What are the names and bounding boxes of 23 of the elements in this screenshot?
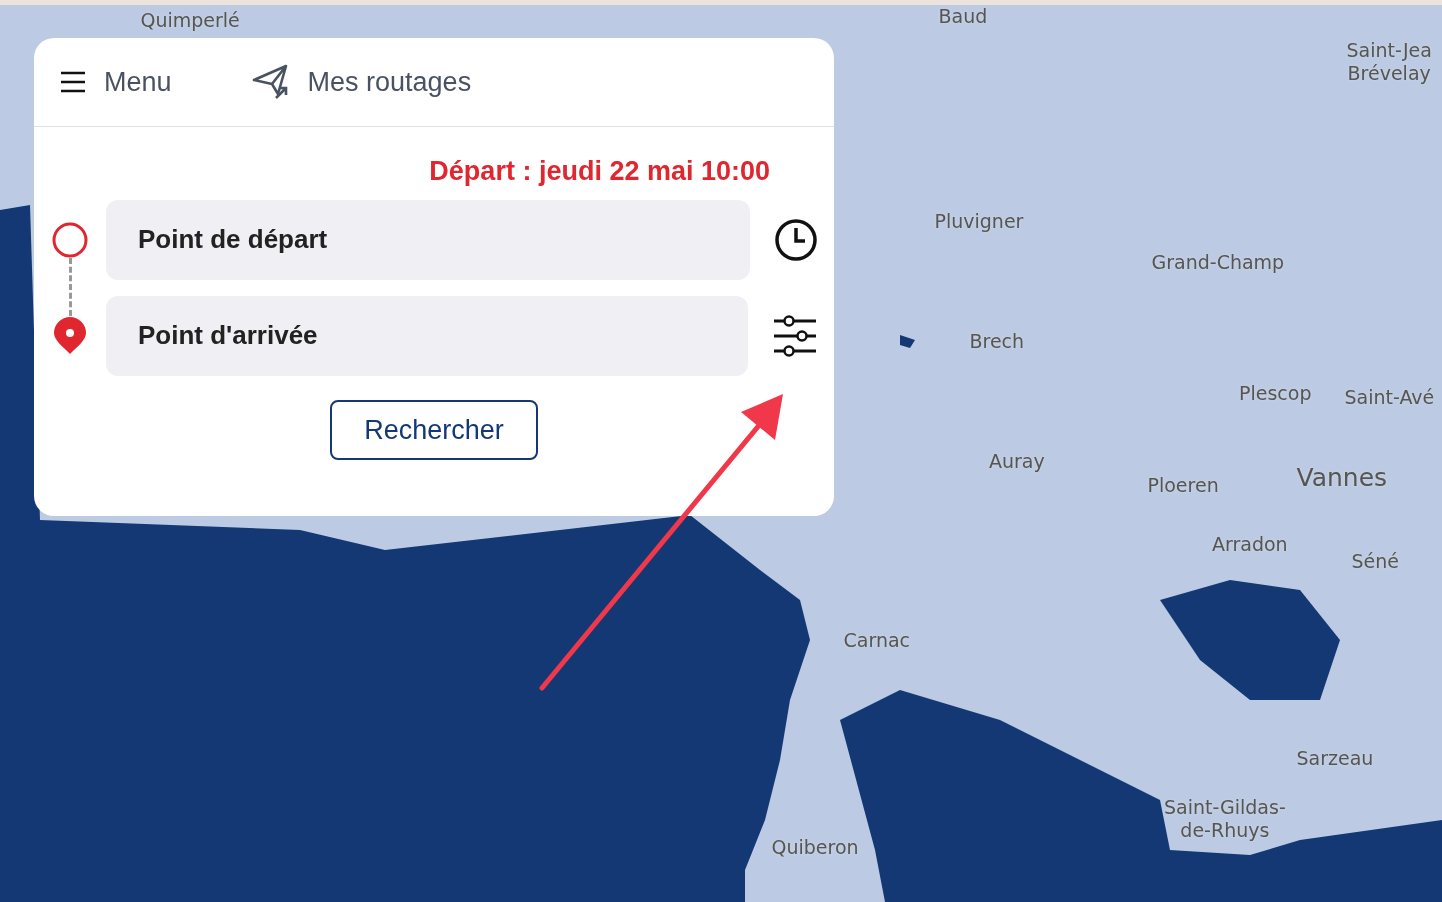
departure-time: Départ : jeudi 22 mai 10:00 [429,155,770,188]
place-label: Quiberon [771,835,859,859]
location-field[interactable]: Point de départ [106,199,750,280]
place-label: Baud [938,5,988,28]
place-label: Vannes [1296,463,1388,493]
place-label: Sarzeau [1296,746,1374,770]
place-label: Ploeren [1147,473,1219,497]
place-label: Quimperlé [140,8,240,32]
location-field[interactable]: Point d'arrivée [106,295,748,376]
place-label: Brech [969,329,1025,353]
place-label: Carnac [843,628,911,652]
nav-link[interactable]: Mes routages [251,61,472,103]
place-label: Saint-Avé [1344,386,1435,409]
nav-link[interactable]: Menu [60,61,172,103]
place-label: Auray [989,449,1045,473]
place-label: Saint-Jea Brévelay [1346,39,1432,85]
place-label: Plescop [1239,381,1312,405]
place-label: Pluvigner [934,209,1024,233]
place-label: Saint-Gildas- de-Rhuys [1164,796,1286,842]
place-label: Arradon [1212,532,1288,556]
place-label: Grand-Champ [1151,250,1285,274]
place-label: Séné [1351,549,1399,573]
search-button[interactable]: Rechercher [330,399,538,460]
